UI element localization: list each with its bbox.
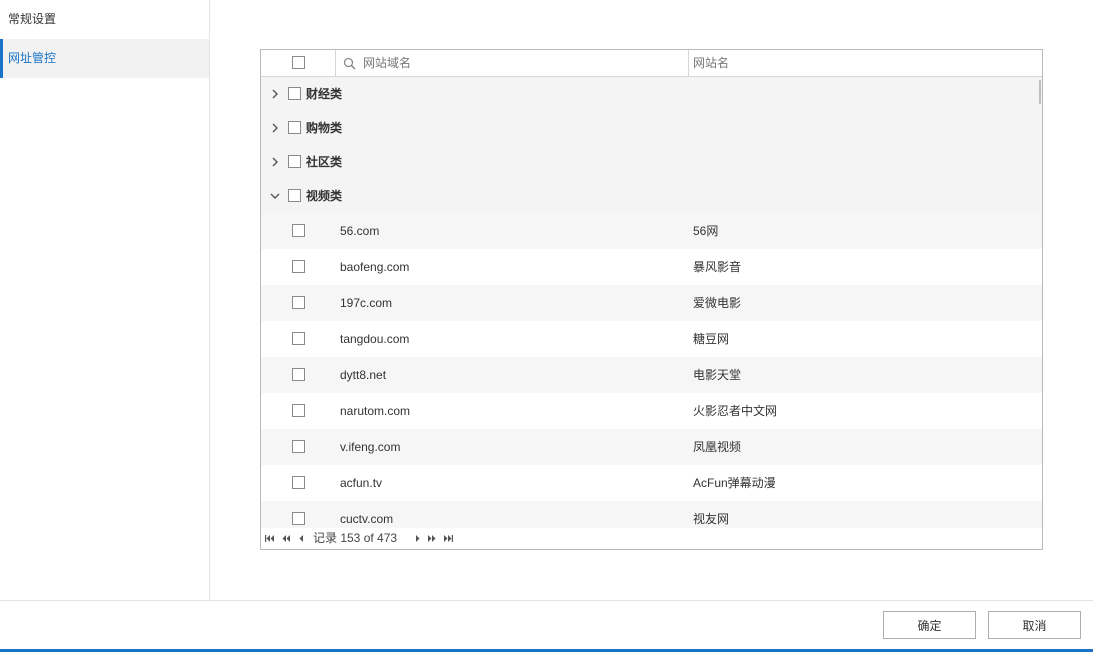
header-name-cell[interactable]: 网站名 — [689, 50, 1042, 76]
chevron-right-icon[interactable] — [270, 88, 280, 100]
cell-domain: 56.com — [340, 224, 380, 238]
cell-domain: tangdou.com — [340, 332, 410, 346]
row-checkbox[interactable] — [292, 476, 305, 489]
sidebar: 常规设置 网址管控 — [0, 0, 210, 600]
row-checkbox[interactable] — [292, 296, 305, 309]
cell-site-name: 糖豆网 — [693, 332, 730, 346]
row-checkbox[interactable] — [292, 368, 305, 381]
cell-domain: narutom.com — [340, 404, 411, 418]
next-page-icon[interactable] — [416, 535, 420, 542]
table-row[interactable]: v.ifeng.com 凤凰视频 — [261, 429, 1042, 465]
row-checkbox[interactable] — [292, 512, 305, 525]
cell-domain: 197c.com — [340, 296, 393, 310]
row-checkbox[interactable] — [292, 224, 305, 237]
group-row-video[interactable]: 视频类 — [261, 179, 1042, 213]
last-page-icon[interactable] — [444, 535, 453, 542]
select-all-checkbox[interactable] — [292, 56, 305, 69]
group-row-community[interactable]: 社区类 — [261, 145, 1042, 179]
group-label: 视频类 — [306, 189, 343, 203]
record-count-text: 记录 153 of 473 — [313, 531, 398, 545]
table-row[interactable]: narutom.com 火影忍者中文网 — [261, 393, 1042, 429]
group-checkbox[interactable] — [288, 155, 301, 168]
search-icon — [343, 57, 356, 70]
domain-search-input[interactable]: 网站域名 — [363, 50, 411, 76]
group-checkbox[interactable] — [288, 189, 301, 202]
group-checkbox[interactable] — [288, 87, 301, 100]
cell-domain: baofeng.com — [340, 260, 410, 274]
cell-domain: v.ifeng.com — [340, 440, 401, 454]
pager: 记录 153 of 473 — [261, 528, 1042, 549]
dialog-footer: 确定 取消 — [0, 600, 1093, 653]
cell-site-name: 暴风影音 — [693, 260, 742, 274]
prev-page-icon[interactable] — [299, 535, 303, 542]
table-row[interactable]: 56.com 56网 — [261, 213, 1042, 249]
row-checkbox[interactable] — [292, 404, 305, 417]
cancel-button[interactable]: 取消 — [988, 611, 1081, 639]
cell-site-name: AcFun弹幕动漫 — [693, 476, 776, 490]
group-label: 财经类 — [306, 87, 343, 101]
table-row[interactable]: acfun.tv AcFun弹幕动漫 — [261, 465, 1042, 501]
table-row[interactable]: cuctv.com 视友网 — [261, 501, 1042, 528]
table-row[interactable]: baofeng.com 暴风影音 — [261, 249, 1042, 285]
cell-domain: dytt8.net — [340, 368, 387, 382]
first-page-icon[interactable] — [265, 535, 274, 542]
grid-header: 网站域名 网站名 — [261, 50, 1042, 77]
grid-body[interactable]: 财经类 购物类 社区类 视频类 56.com 56网 baofeng.com 暴… — [261, 77, 1042, 528]
group-label: 购物类 — [306, 121, 343, 135]
row-checkbox[interactable] — [292, 260, 305, 273]
cell-site-name: 视友网 — [693, 512, 730, 526]
sidebar-item-general-settings[interactable]: 常规设置 — [0, 0, 209, 39]
group-label: 社区类 — [306, 155, 343, 169]
chevron-down-icon[interactable] — [270, 190, 280, 202]
cell-site-name: 火影忍者中文网 — [693, 404, 778, 418]
chevron-right-icon[interactable] — [270, 156, 280, 168]
header-select-cell — [261, 50, 336, 76]
group-checkbox[interactable] — [288, 121, 301, 134]
table-row[interactable]: 197c.com 爱微电影 — [261, 285, 1042, 321]
header-domain-cell[interactable]: 网站域名 — [336, 50, 689, 76]
column-header-site-name: 网站名 — [693, 56, 730, 70]
confirm-button[interactable]: 确定 — [883, 611, 976, 639]
cell-site-name: 电影天堂 — [693, 368, 742, 382]
fast-forward-icon[interactable] — [428, 535, 436, 542]
vertical-scrollbar[interactable] — [1039, 80, 1041, 104]
group-row-finance[interactable]: 财经类 — [261, 77, 1042, 111]
row-checkbox[interactable] — [292, 332, 305, 345]
chevron-right-icon[interactable] — [270, 122, 280, 134]
row-checkbox[interactable] — [292, 440, 305, 453]
group-row-shopping[interactable]: 购物类 — [261, 111, 1042, 145]
sidebar-item-url-control[interactable]: 网址管控 — [0, 39, 209, 78]
cell-domain: cuctv.com — [340, 512, 394, 526]
fast-back-icon[interactable] — [282, 535, 290, 542]
cell-site-name: 56网 — [693, 224, 719, 238]
url-grid: 网站域名 网站名 财经类 购物类 社区类 视频类 56.com 56网 baof… — [260, 49, 1043, 550]
table-row[interactable]: tangdou.com 糖豆网 — [261, 321, 1042, 357]
cell-domain: acfun.tv — [340, 476, 383, 490]
cell-site-name: 凤凰视频 — [693, 440, 742, 454]
cell-site-name: 爱微电影 — [693, 296, 742, 310]
table-row[interactable]: dytt8.net 电影天堂 — [261, 357, 1042, 393]
